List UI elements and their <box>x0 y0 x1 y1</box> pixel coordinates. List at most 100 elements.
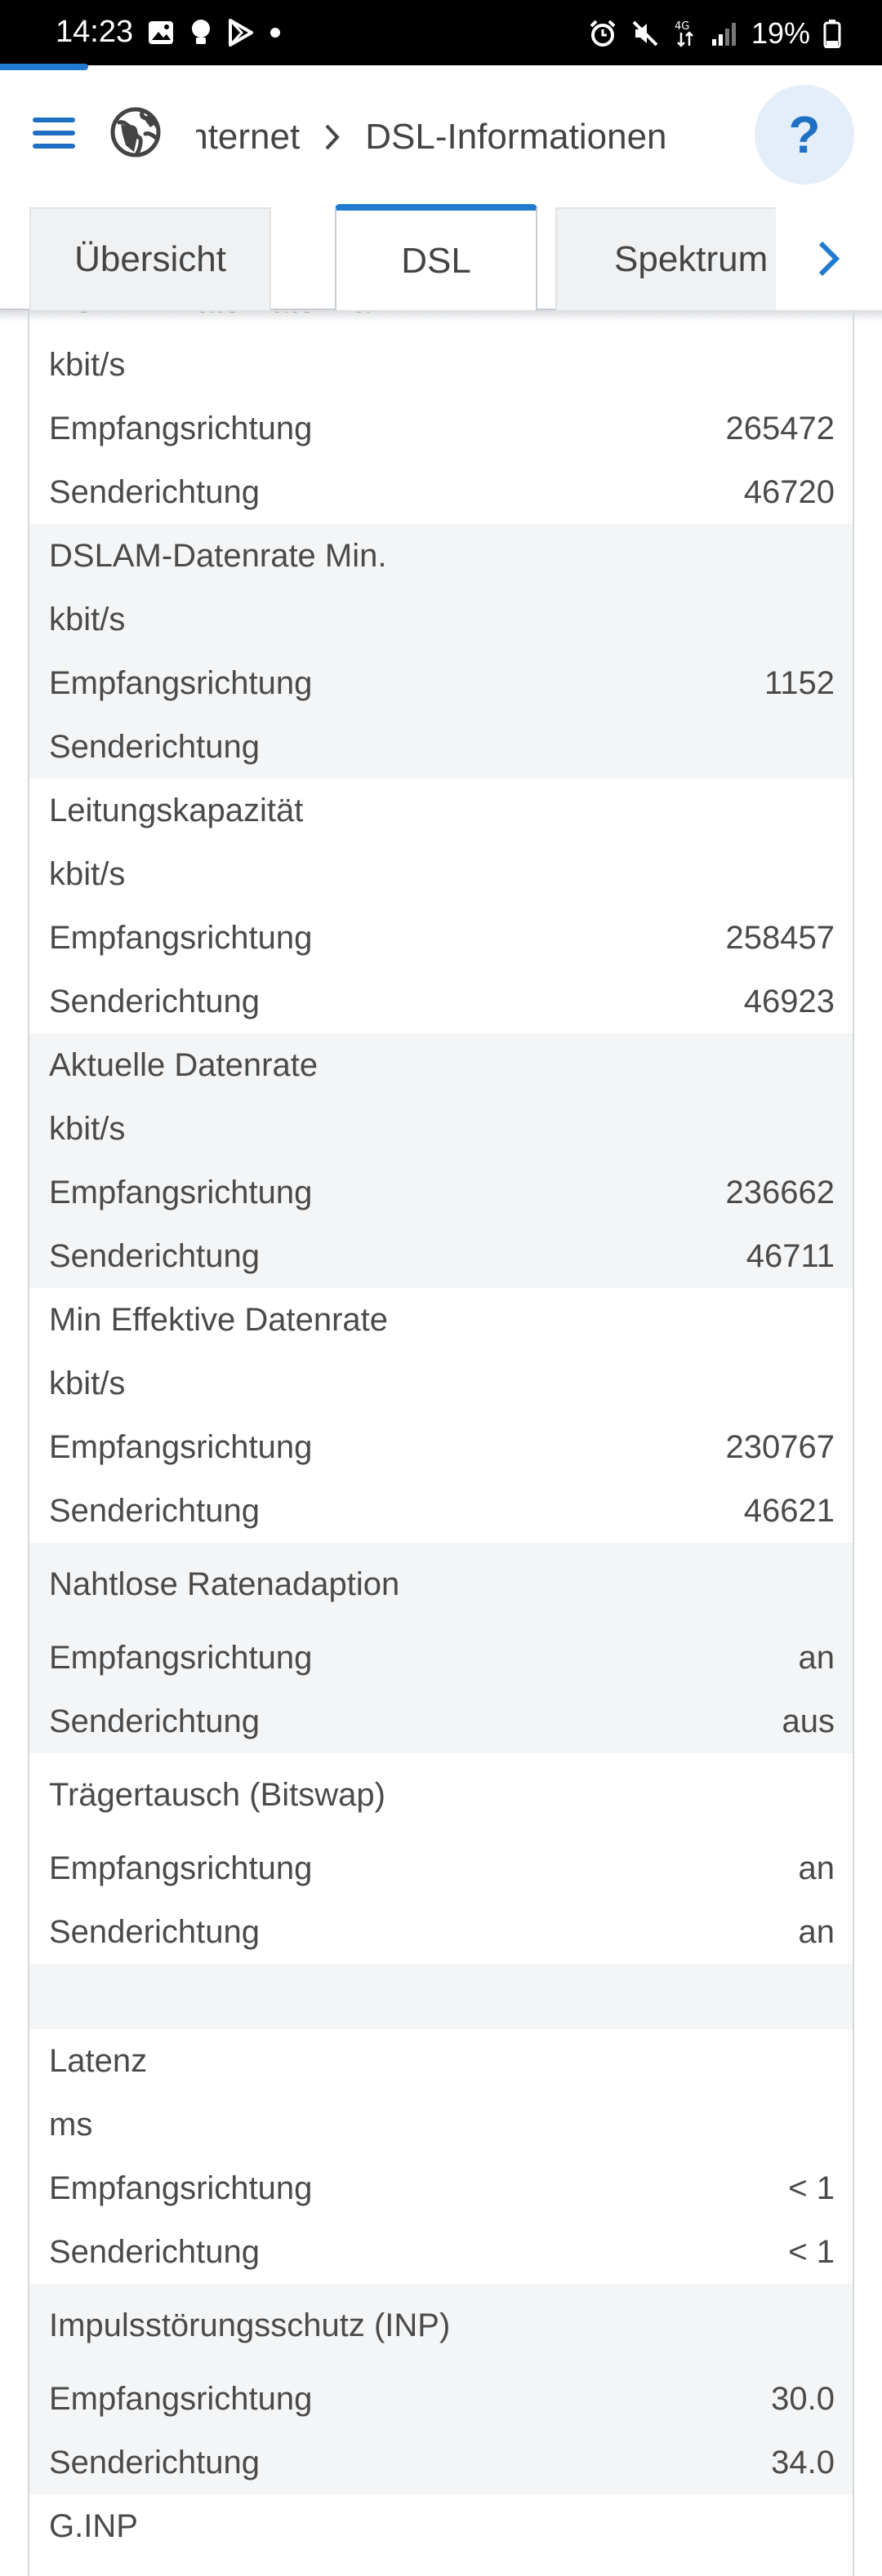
row-value: 1152 <box>764 664 835 701</box>
tab-dsl[interactable]: DSL <box>335 204 537 312</box>
row-label: Empfangsrichtung <box>49 410 313 446</box>
section-unit: kbit/s <box>29 333 853 397</box>
network-4g-label: 4G <box>675 20 689 33</box>
tab-scroll-right-button[interactable] <box>776 207 882 310</box>
row-label: Senderichtung <box>49 983 260 1019</box>
table-row: Senderichtung 46923 <box>29 970 853 1033</box>
row-label: Senderichtung <box>49 1913 260 1950</box>
image-notification-icon <box>149 21 173 44</box>
section-title: Latenz <box>29 2029 853 2093</box>
tab-spectrum[interactable]: Spektrum <box>555 207 800 310</box>
row-label: Empfangsrichtung <box>49 1639 313 1676</box>
section-unit: ms <box>29 2093 853 2156</box>
row-label: Senderichtung <box>49 2233 260 2270</box>
row-value: an <box>798 1913 835 1950</box>
more-notifications-icon <box>270 28 280 38</box>
table-row: Empfangsrichtung 265472 <box>29 397 853 460</box>
unit-label: kbit/s <box>49 346 126 383</box>
section-current-rate: Aktuelle Datenrate kbit/s Empfangsrichtu… <box>29 1033 853 1288</box>
unit-label: kbit/s <box>49 855 126 892</box>
notification-icons <box>147 18 281 47</box>
unit-label: kbit/s <box>49 1110 126 1147</box>
section-title: Leitungskapazität <box>29 779 853 842</box>
row-value: 46720 <box>743 473 835 510</box>
row-value: 258457 <box>725 919 835 956</box>
tab-overview[interactable]: Übersicht <box>29 207 271 310</box>
section-dslam-max: DSLAM-Datenrate Max. kbit/s Empfangsrich… <box>29 312 853 524</box>
row-label: Empfangsrichtung <box>49 1850 313 1886</box>
row-label: Empfangsrichtung <box>49 2380 313 2417</box>
table-row: Senderichtung 34.0 <box>29 2431 853 2494</box>
section-title-label: Leitungskapazität <box>49 792 304 828</box>
row-value: 30.0 <box>771 2380 835 2417</box>
row-value: 46621 <box>743 1492 835 1529</box>
unit-label: kbit/s <box>49 1365 126 1401</box>
table-row: Senderichtung 46711 <box>29 1224 853 1288</box>
section-impulse-noise-protection: Impulsstörungsschutz (INP) Empfangsricht… <box>29 2284 853 2494</box>
help-button[interactable]: ? <box>755 85 854 184</box>
menu-button[interactable] <box>33 113 78 158</box>
breadcrumb-parent[interactable]: Internet <box>196 117 300 158</box>
table-row: Empfangsrichtung an <box>29 1837 853 1900</box>
menu-icon-bar <box>33 131 75 135</box>
row-label: Senderichtung <box>49 1492 260 1529</box>
section-title-label: DSLAM-Datenrate Min. <box>49 537 387 574</box>
section-title-label: Aktuelle Datenrate <box>49 1046 318 1083</box>
row-label: Senderichtung <box>49 728 260 765</box>
menu-icon-bar <box>33 144 75 149</box>
row-value: 236662 <box>725 1174 835 1210</box>
section-unit: kbit/s <box>29 1097 853 1161</box>
row-label: Senderichtung <box>49 1703 260 1739</box>
section-title: G.INP <box>29 2494 853 2558</box>
bulb-notification-icon <box>192 20 210 44</box>
section-title-label: Latenz <box>49 2042 148 2079</box>
unit-label: ms <box>49 2106 93 2143</box>
row-label: Empfangsrichtung <box>49 1428 313 1465</box>
section-title-label: DSLAM-Datenrate Max. <box>49 312 396 320</box>
section-title: Impulsstörungsschutz (INP) <box>29 2284 853 2367</box>
section-unit: kbit/s <box>29 842 853 906</box>
table-row: Empfangsrichtung 230767 <box>29 1415 853 1479</box>
chevron-right-icon <box>818 241 840 277</box>
menu-icon-bar <box>33 118 75 122</box>
globe-icon[interactable] <box>109 106 162 158</box>
row-value: 230767 <box>725 1428 835 1465</box>
signal-icon <box>711 23 736 46</box>
table-row: Senderichtung <box>29 715 853 779</box>
table-row: Empfangsrichtung < 1 <box>29 2156 853 2220</box>
alarm-icon <box>590 20 616 47</box>
breadcrumb-current: DSL-Informationen <box>365 117 667 157</box>
section-title: Aktuelle Datenrate <box>29 1033 853 1097</box>
breadcrumb: Internet DSL-Informationen <box>196 111 751 163</box>
section-title-label: Min Effektive Datenrate <box>49 1301 389 1338</box>
tab-bar: Übersicht DSL Spektrum <box>0 201 882 312</box>
table-row: Senderichtung an <box>29 1900 853 1964</box>
row-value: < 1 <box>788 2233 835 2270</box>
section-title-label: Trägertausch (Bitswap) <box>49 1776 385 1813</box>
section-title: DSLAM-Datenrate Min. <box>29 524 853 588</box>
row-label: Empfangsrichtung <box>49 664 313 701</box>
network-4g-icon: 4G <box>675 20 693 47</box>
table-row: Empfangsrichtung an <box>29 1626 853 1690</box>
row-value: < 1 <box>788 2170 835 2206</box>
table-row: Empfangsrichtung 30.0 <box>29 2367 853 2431</box>
row-value: an <box>798 1850 835 1886</box>
section-line-capacity: Leitungskapazität kbit/s Empfangsrichtun… <box>29 779 853 1033</box>
dsl-info-table: DSLAM-Datenrate Max. kbit/s Empfangsrich… <box>28 312 854 2576</box>
section-title: Min Effektive Datenrate <box>29 1288 853 1352</box>
row-value: 46923 <box>743 983 835 1019</box>
play-store-icon <box>229 19 253 47</box>
row-label: Empfangsrichtung <box>49 919 313 956</box>
section-title-label: G.INP <box>49 2507 138 2544</box>
row-label: Senderichtung <box>49 473 260 510</box>
section-bitswap: Trägertausch (Bitswap) Empfangsrichtung a… <box>29 1753 853 1964</box>
row-value: an <box>798 1639 835 1676</box>
table-row: Senderichtung aus <box>29 1690 853 1753</box>
unit-label: kbit/s <box>49 601 126 637</box>
mute-icon <box>632 20 658 47</box>
section-title-label: Impulsstörungsschutz (INP) <box>49 2307 451 2343</box>
status-time: 14:23 <box>56 15 134 49</box>
system-icons: 4G 19% <box>588 16 841 51</box>
section-separator <box>29 1964 853 2029</box>
row-value: 34.0 <box>771 2444 835 2481</box>
